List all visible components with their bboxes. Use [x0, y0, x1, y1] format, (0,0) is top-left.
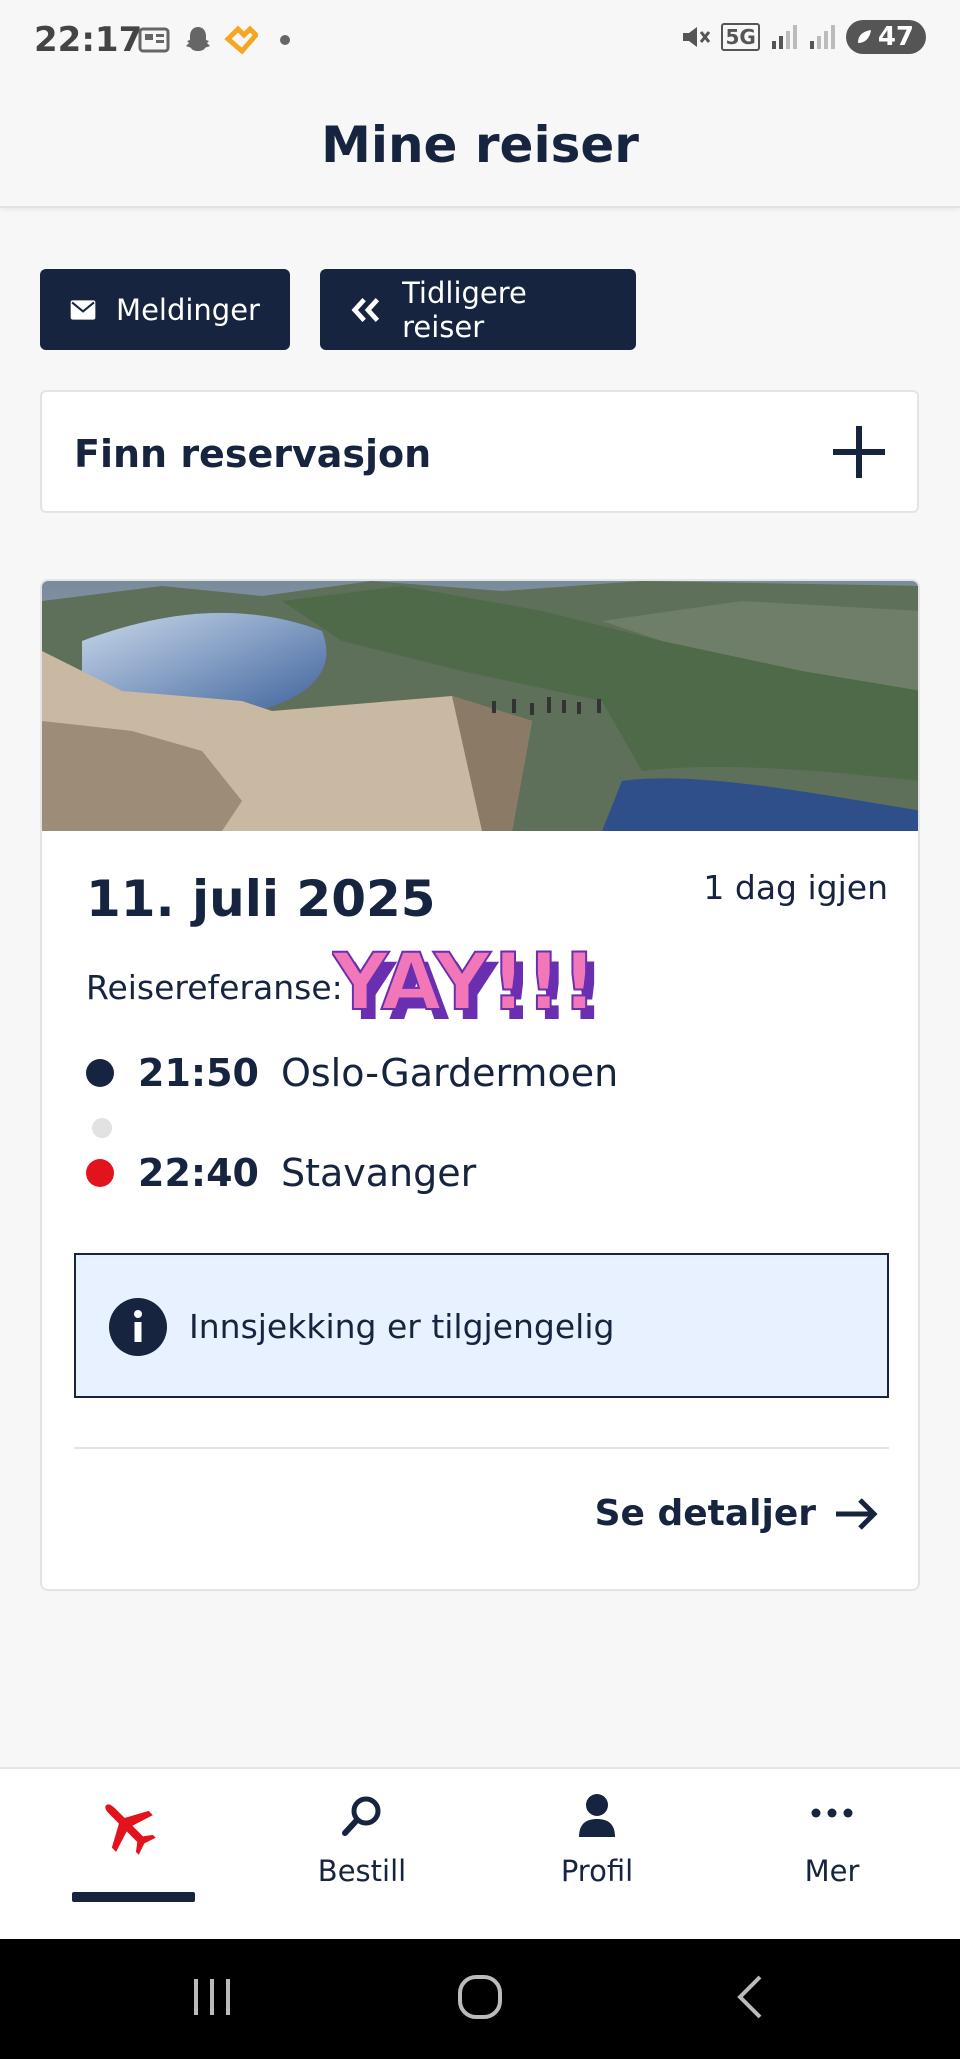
home-icon[interactable] [456, 1973, 504, 2021]
tab-my-trips[interactable] [6, 1769, 246, 1939]
find-reservation-label: Finn reservasjon [74, 432, 432, 476]
messages-label: Meldinger [116, 292, 260, 327]
trip-date: 11. juli 2025 [86, 870, 436, 928]
person-icon [579, 1794, 615, 1837]
more-notifications-dot [280, 35, 290, 45]
bottom-tab-bar: Bestill Profil Mer [0, 1767, 960, 1939]
tab-more[interactable]: Mer [712, 1769, 952, 1939]
notification-icons [138, 24, 290, 56]
departure-time: 21:50 [138, 1051, 259, 1095]
tab-book[interactable]: Bestill [242, 1769, 482, 1939]
system-navigation-bar [0, 1939, 960, 2059]
system-icons: 5G 47 [679, 20, 926, 54]
battery-saver-icon [857, 30, 871, 43]
tab-label-profile: Profil [560, 1854, 634, 1888]
departure-airport: Oslo-Gardermoen [280, 1051, 619, 1095]
arrival-dot [86, 1159, 114, 1187]
battery-level: 47 [877, 22, 914, 52]
double-chevron-left-icon [351, 297, 380, 322]
see-details-label: Se detaljer [594, 1493, 816, 1534]
tab-profile[interactable]: Profil [477, 1769, 717, 1939]
departure-row: 21:50 Oslo-Gardermoen [86, 1051, 618, 1095]
trip-destination-image [42, 581, 918, 831]
card-divider [74, 1447, 889, 1449]
arrow-right-icon [836, 1497, 878, 1530]
mute-icon [683, 27, 711, 47]
plane-icon [105, 1804, 156, 1855]
app-header: Mine reiser [0, 84, 960, 208]
back-icon[interactable] [728, 1973, 776, 2021]
route-dot [92, 1118, 112, 1138]
page-title: Mine reiser [321, 116, 639, 174]
plus-icon[interactable] [831, 424, 887, 480]
snapchat-icon [186, 27, 210, 51]
tab-label-more: Mer [804, 1854, 860, 1888]
news-icon [138, 27, 170, 53]
network-type: 5G [721, 23, 760, 51]
arrival-time: 22:40 [138, 1151, 259, 1195]
departure-dot [86, 1059, 114, 1087]
signal-icon-2 [809, 25, 835, 49]
tab-label-book: Bestill [317, 1854, 407, 1888]
arrival-airport: Stavanger [280, 1151, 477, 1195]
status-time: 22:17 [34, 20, 143, 60]
app-heart-icon [224, 25, 258, 55]
recent-apps-icon[interactable] [188, 1973, 236, 2021]
info-icon [109, 1298, 167, 1356]
status-bar: 22:17 5G 47 [0, 0, 960, 84]
active-tab-indicator [72, 1892, 195, 1902]
battery-indicator: 47 [845, 20, 926, 54]
see-details-link[interactable]: Se detaljer [595, 1493, 878, 1534]
more-icon [811, 1808, 853, 1818]
trip-card[interactable]: 11. juli 2025 1 dag igjen Reisereferanse… [40, 579, 920, 1591]
yay-sticker-text: YAY!!! [332, 938, 597, 1028]
envelope-icon [70, 299, 96, 320]
days-left: 1 dag igjen [703, 868, 888, 907]
checkin-notice[interactable]: Innsjekking er tilgjengelig [74, 1253, 889, 1398]
previous-trips-button[interactable]: Tidligere reiser [320, 269, 636, 350]
arrival-row: 22:40 Stavanger [86, 1151, 476, 1195]
previous-trips-label: Tidligere reiser [402, 275, 527, 344]
messages-button[interactable]: Meldinger [40, 269, 290, 350]
find-reservation-panel[interactable]: Finn reservasjon [40, 390, 919, 513]
search-icon [342, 1796, 381, 1836]
checkin-text: Innsjekking er tilgjengelig [189, 1307, 615, 1346]
signal-icon [771, 25, 797, 49]
yay-sticker: YAY!!! YAY!!! [332, 937, 605, 1038]
booking-reference-label: Reisereferanse: [86, 968, 343, 1007]
